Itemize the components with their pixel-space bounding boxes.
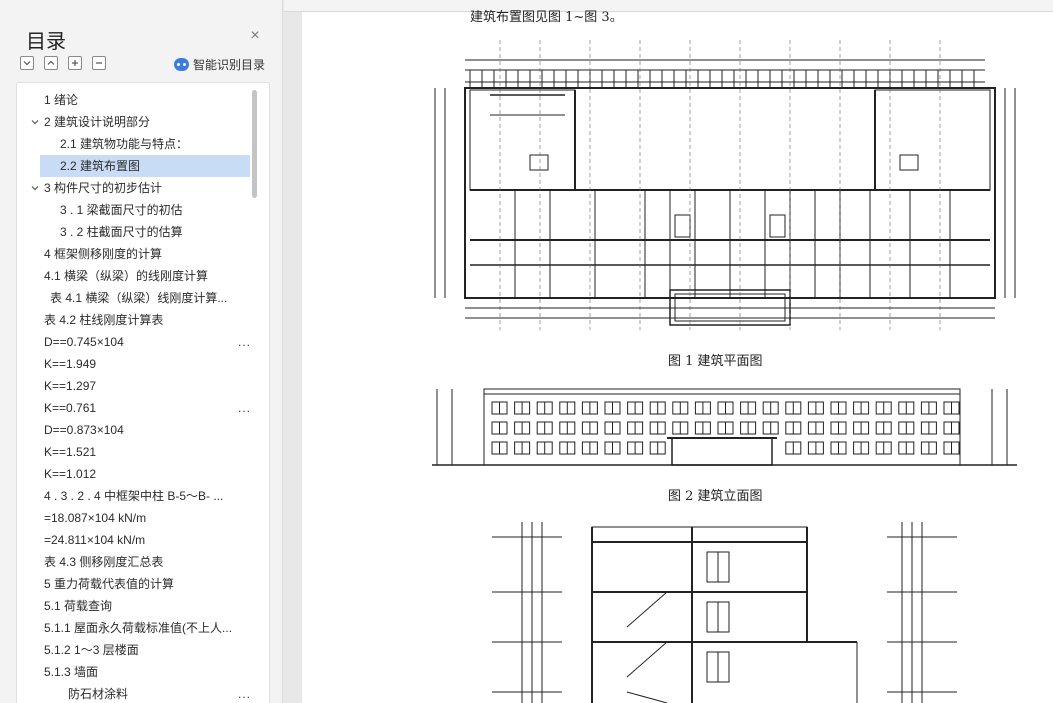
floor-plan-figure (434, 40, 1016, 330)
more-icon: ... (237, 401, 251, 415)
toc-item-label: D==0.873×104 (44, 423, 124, 437)
toc-item[interactable]: =18.087×104 kN/m (17, 507, 255, 529)
toc-item[interactable]: 2.1 建筑物功能与特点： (17, 133, 255, 155)
elevation-figure (432, 388, 1017, 466)
toc-item-label: =24.811×104 kN/m (44, 533, 146, 547)
figure-2-caption: 图 2 建筑立面图 (668, 489, 763, 504)
toc-item[interactable]: 5.1.3 墙面 (17, 661, 255, 683)
add-heading-button[interactable] (68, 56, 82, 70)
toc-item[interactable]: 防石材涂料... (17, 683, 255, 703)
toc-item[interactable]: K==1.297 (17, 375, 255, 397)
toc-item-label: 表 4.1 横梁（纵梁）线刚度计算... (50, 291, 228, 305)
toc-item[interactable]: K==1.012 (17, 463, 255, 485)
toc-item-label: 2 建筑设计说明部分 (44, 115, 151, 129)
toc-item-label: 表 4.3 侧移刚度汇总表 (44, 555, 164, 569)
toc-sidebar: 目录 × 智能识别目录 1 绪论 2 建筑设计说明部分 2.1 建筑物功能与特点： 2… (0, 0, 283, 703)
toc-item-label: K==1.297 (44, 379, 97, 393)
toc-item-label: 5.1 荷载查询 (44, 599, 113, 613)
toc-item-label: 5.1.1 屋面永久荷载标准值(不上人... (44, 621, 233, 635)
toc-item[interactable]: =24.811×104 kN/m (17, 529, 255, 551)
toc-item[interactable]: 3 . 1 梁截面尺寸的初估 (17, 199, 255, 221)
figure-1-caption: 图 1 建筑平面图 (668, 354, 763, 369)
toc-item[interactable]: K==1.521 (17, 441, 255, 463)
toc-item-label: 3 构件尺寸的初步估计 (44, 181, 163, 195)
toc-item-label: 4 框架侧移刚度的计算 (44, 247, 163, 261)
toc-item[interactable]: 2 建筑设计说明部分 (17, 111, 255, 133)
toc-item[interactable]: 3 构件尺寸的初步估计 (17, 177, 255, 199)
toc-item-label: 4.1 横梁（纵梁）的线刚度计算 (44, 269, 209, 283)
toc-item-label: K==0.761 (44, 401, 97, 415)
toc-item[interactable]: 4 . 3 . 2 . 4 中框架中柱 B-5～B- ... (17, 485, 255, 507)
body-text: 建筑布置图见图 1~图 3。 (470, 10, 623, 25)
toc-toolbar (20, 56, 106, 70)
collapse-all-button[interactable] (44, 56, 58, 70)
toc-item[interactable]: 1 绪论 (17, 89, 255, 111)
toc-item[interactable]: 表 4.3 侧移刚度汇总表 (17, 551, 255, 573)
toc-item[interactable]: 2.2 建筑布置图 (40, 155, 250, 177)
toc-item[interactable]: 5.1.1 屋面永久荷载标准值(不上人... (17, 617, 255, 639)
toc-item[interactable]: 5.1.2 1～3 层楼面 (17, 639, 255, 661)
toc-item[interactable]: 表 4.1 横梁（纵梁）线刚度计算... (17, 287, 255, 309)
toc-item[interactable]: 表 4.2 柱线刚度计算表 (17, 309, 255, 331)
toc-item-label: 2.1 建筑物功能与特点： (60, 137, 189, 151)
toc-item[interactable]: 3 . 2 柱截面尺寸的估算 (17, 221, 255, 243)
toc-item-label: 4 . 3 . 2 . 4 中框架中柱 B-5～B- ... (44, 489, 224, 503)
toc-item-label: 1 绪论 (44, 93, 79, 107)
top-ruler (284, 0, 1053, 12)
chevron-down-icon[interactable] (31, 118, 39, 126)
toc-item-label: 表 4.2 柱线刚度计算表 (44, 313, 164, 327)
toc-item-label: 2.2 建筑布置图 (60, 159, 141, 173)
toc-item-label: 5.1.3 墙面 (44, 665, 99, 679)
toc-item-label: K==1.949 (44, 357, 97, 371)
toc-item-label: 5.1.2 1～3 层楼面 (44, 643, 139, 657)
toc-item[interactable]: 4.1 横梁（纵梁）的线刚度计算 (17, 265, 255, 287)
toc-item-label: 防石材涂料 (68, 687, 129, 701)
toc-item[interactable]: 4 框架侧移刚度的计算 (17, 243, 255, 265)
toc-item-label: 5 重力荷载代表值的计算 (44, 577, 175, 591)
toc-item[interactable]: 5.1 荷载查询 (17, 595, 255, 617)
smart-toc-button[interactable]: 智能识别目录 (174, 56, 265, 73)
toc-list: 1 绪论 2 建筑设计说明部分 2.1 建筑物功能与特点： 2.2 建筑布置图 3 构件… (16, 82, 270, 703)
expand-all-button[interactable] (20, 56, 34, 70)
toc-item-label: D==0.745×104 (44, 335, 124, 349)
toc-item-label: =18.087×104 kN/m (44, 511, 147, 525)
toc-scrollbar[interactable] (252, 90, 257, 198)
sidebar-title: 目录 (26, 31, 66, 53)
chevron-up-icon (47, 60, 55, 65)
ai-icon (174, 58, 189, 71)
toc-item[interactable]: 5 重力荷载代表值的计算 (17, 573, 255, 595)
document-page: 建筑布置图见图 1~图 3。 图 1 建筑平面图 图 2 建筑立面图 (302, 10, 1053, 703)
toc-item[interactable]: D==0.745×104... (17, 331, 255, 353)
toc-item-label: 3 . 1 梁截面尺寸的初估 (60, 203, 183, 217)
chevron-down-icon (23, 61, 31, 66)
plus-icon (72, 60, 78, 66)
toc-item[interactable]: K==1.949 (17, 353, 255, 375)
remove-heading-button[interactable] (92, 56, 106, 70)
more-icon: ... (237, 335, 251, 349)
more-icon: ... (237, 687, 251, 701)
smart-toc-label: 智能识别目录 (193, 58, 266, 72)
toc-item-label: K==1.012 (44, 467, 97, 481)
toc-item-label: K==1.521 (44, 445, 97, 459)
section-figure (492, 522, 957, 703)
minus-icon (96, 62, 102, 64)
close-icon[interactable]: × (247, 28, 263, 44)
document-area: 建筑布置图见图 1~图 3。 图 1 建筑平面图 图 2 建筑立面图 (284, 0, 1053, 703)
toc-item-label: 3 . 2 柱截面尺寸的估算 (60, 225, 183, 239)
toc-item[interactable]: D==0.873×104 (17, 419, 255, 441)
chevron-down-icon[interactable] (31, 184, 39, 192)
toc-item[interactable]: K==0.761... (17, 397, 255, 419)
